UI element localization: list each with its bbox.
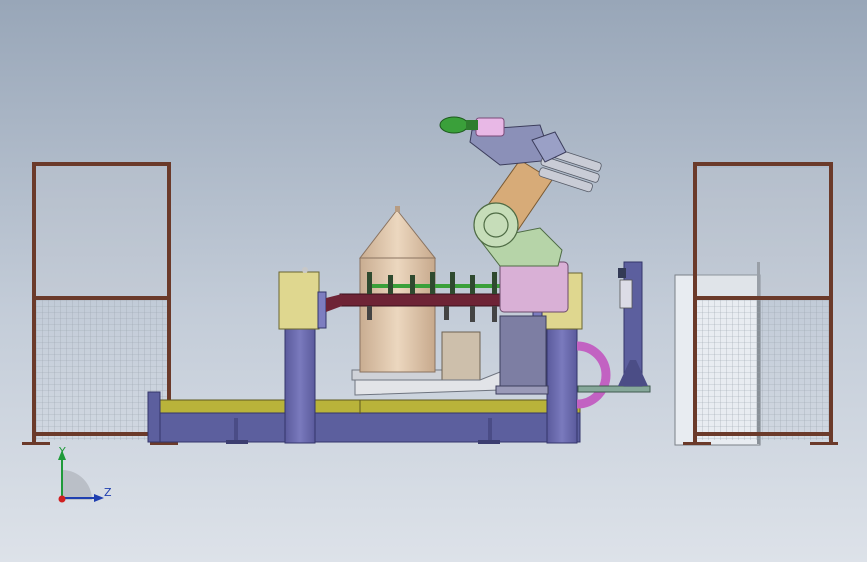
cad-viewport[interactable]: Y Z: [0, 0, 867, 562]
robot-base-motor: [499, 261, 569, 313]
left-gearbox: [278, 271, 320, 330]
right-fence-rail-mid: [693, 296, 833, 300]
post-cap: [618, 268, 626, 278]
post-foot: [618, 360, 648, 386]
z-axis-label: Z: [104, 486, 112, 499]
workpiece-tip: [395, 206, 400, 212]
control-post[interactable]: [577, 261, 651, 393]
robot-pedestal-base: [495, 385, 549, 395]
robot-wrist: [475, 117, 505, 137]
robot-shoulder-joint: [473, 202, 519, 248]
base-top-plate: [149, 399, 581, 415]
base-foot-pad-1: [226, 440, 248, 444]
left-faceplate: [317, 291, 327, 329]
gripper-tool: [439, 116, 469, 134]
left-fence-foot-left: [22, 442, 50, 445]
right-fence-panel-upper: [697, 168, 830, 298]
robot-workcell-model[interactable]: Y Z: [0, 0, 867, 562]
post-track: [577, 385, 651, 393]
right-fence-rail-top: [693, 162, 833, 166]
left-column: [284, 324, 316, 444]
base-leveling-foot-1: [234, 418, 238, 442]
z-axis-arrow-head: [94, 494, 104, 502]
robot-pedestal: [499, 315, 547, 391]
left-fence-post-left: [32, 162, 36, 444]
cable-ring: [576, 341, 611, 409]
left-fence-panel-upper: [35, 165, 168, 298]
right-fence-mesh-lower: [697, 300, 830, 440]
left-fence-rail-top: [32, 162, 171, 166]
base-foot-pad-2: [478, 440, 500, 444]
right-fence-foot-left: [683, 442, 711, 445]
left-fence-rail-mid: [32, 296, 171, 300]
cone-workpiece[interactable]: [351, 206, 443, 381]
right-column: [546, 324, 578, 444]
base-frame: [149, 412, 581, 443]
right-fence-rail-bottom: [693, 432, 833, 436]
gripper-flange: [466, 120, 478, 130]
right-fence-post-right: [829, 162, 833, 444]
base-end-block: [147, 391, 161, 443]
coordinate-triad: Y Z: [58, 445, 112, 503]
post-device: [619, 279, 633, 309]
base-platform[interactable]: [147, 391, 581, 444]
y-axis-label: Y: [58, 445, 66, 458]
right-fence-post-left: [693, 162, 697, 444]
left-sensor: [302, 267, 308, 273]
base-leveling-foot-2: [488, 418, 492, 442]
right-safety-fence[interactable]: [674, 162, 838, 446]
workpiece-cone-top: [358, 209, 437, 259]
support-block: [441, 331, 481, 385]
right-fence-foot-right: [810, 442, 838, 445]
x-axis-origin: [58, 495, 66, 503]
triad-plane: [62, 470, 92, 500]
fixture-end-left: [326, 294, 342, 312]
